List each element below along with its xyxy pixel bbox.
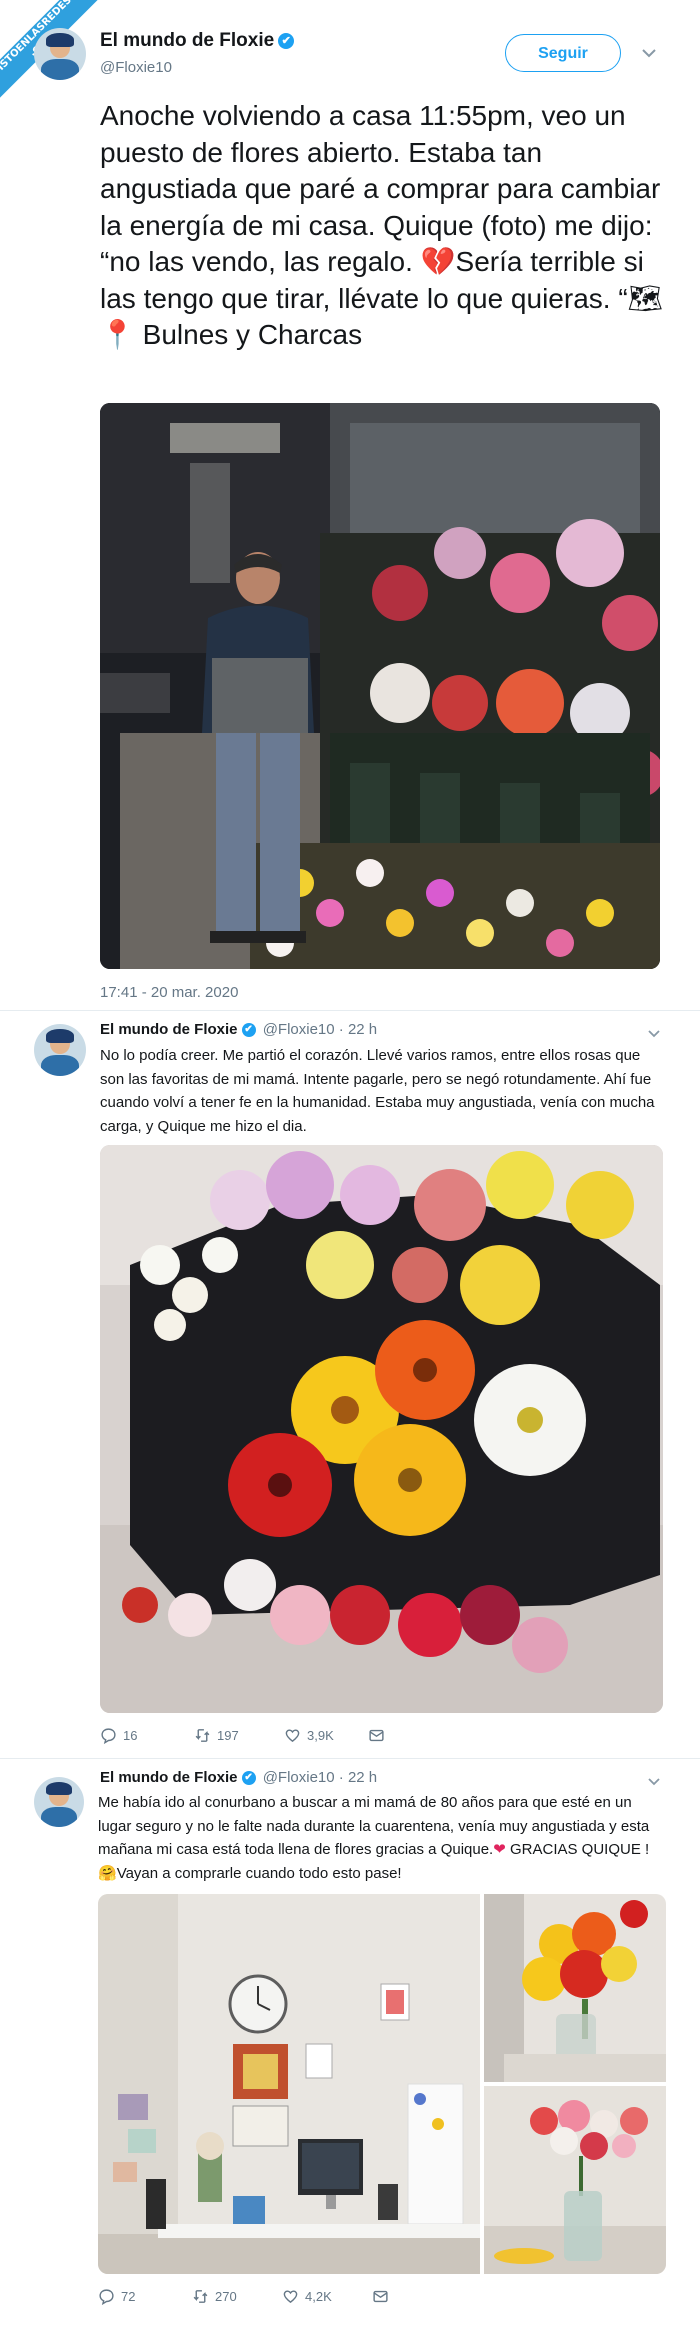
reply-icon [99,2289,114,2305]
divider [0,1758,700,1759]
like-count: 3,9K [307,1728,334,1743]
reply-icon [101,1728,116,1744]
map-icon: 🗺 [627,282,664,314]
like-button[interactable]: 4,2K [282,2288,332,2305]
author-name[interactable]: El mundo de Floxie ✔ [100,30,295,52]
avatar[interactable] [34,1024,86,1076]
heart-icon: ❤ [493,1841,506,1858]
reply1-actions: 16 197 3,9K [100,1727,660,1747]
reply1-photo-bouquet[interactable] [100,1145,663,1713]
reply2-photo-vase-yellow[interactable] [484,1894,666,2082]
reply1-author-name[interactable]: El mundo de Floxie [100,1021,238,1038]
retweet-count: 197 [217,1728,239,1743]
reply2-text-part3: Vayan a comprarle cuando todo esto pase! [116,1864,402,1882]
broken-heart-icon: 💔 [420,246,456,277]
avatar[interactable] [34,1777,84,1827]
tweet-thread-page: VISTOENLASREDES .com El mundo de Floxie✔… [0,0,700,2326]
author-handle[interactable]: @Floxie10 [100,59,172,76]
reply2-actions: 72 270 4,2K [98,2288,658,2308]
retweet-icon [195,1729,210,1742]
verified-icon: ✔ [241,1771,256,1786]
heart-icon [285,1729,300,1743]
tweet-text-part3: Bulnes y Charcas [142,319,363,350]
tweet-photo-flower-stall[interactable] [100,403,660,969]
heart-icon [283,2290,298,2304]
envelope-icon [373,2290,388,2303]
verified-icon: ✔ [241,1023,256,1038]
reply2-photo-vase-pink[interactable] [484,2086,666,2274]
reply1-handle-time[interactable]: @Floxie10 · 22 h [263,1021,377,1038]
retweet-button[interactable]: 197 [194,1727,239,1744]
hug-icon: 🤗 [98,1864,117,1882]
reply2-text-part2: GRACIAS QUIQUE ! [505,1841,650,1858]
retweet-icon [193,2290,208,2303]
retweet-count: 270 [215,2289,237,2304]
tweet-text: Anoche volviendo a casa 11:55pm, veo un … [100,98,680,354]
tweet-timestamp[interactable]: 17:41 - 20 mar. 2020 [100,984,238,1001]
reply-count: 16 [123,1728,138,1743]
reply2-text: Me había ido al conurbano a buscar a mi … [98,1791,668,1885]
reply2-author-name[interactable]: El mundo de Floxie [100,1769,238,1786]
reply2-handle-time[interactable]: @Floxie10 · 22 h [263,1769,377,1786]
envelope-icon [369,1729,384,1742]
avatar[interactable] [34,28,86,80]
message-button[interactable] [372,2288,389,2305]
chevron-down-icon[interactable] [642,45,656,61]
message-button[interactable] [368,1727,385,1744]
reply-button[interactable]: 16 [100,1727,137,1744]
reply1-header: El mundo de Floxie ✔ @Floxie10 · 22 h [100,1021,377,1038]
reply1-text: No lo podía creer. Me partió el corazón.… [100,1047,655,1135]
reply-count: 72 [121,2289,136,2304]
reply2-header: El mundo de Floxie ✔ @Floxie10 · 22 h [100,1769,377,1786]
divider [0,1010,700,1011]
reply-button[interactable]: 72 [98,2288,135,2305]
chevron-down-icon[interactable] [648,1773,660,1789]
like-count: 4,2K [305,2289,332,2304]
reply2-photo-room[interactable] [98,1894,480,2274]
author-name-label: El mundo de Floxie [100,30,275,51]
retweet-button[interactable]: 270 [192,2288,237,2305]
follow-button[interactable]: Seguir [505,34,621,72]
chevron-down-icon[interactable] [648,1025,660,1041]
like-button[interactable]: 3,9K [284,1727,334,1744]
pin-icon: 📍 [100,319,135,350]
verified-icon: ✔ [278,32,295,49]
